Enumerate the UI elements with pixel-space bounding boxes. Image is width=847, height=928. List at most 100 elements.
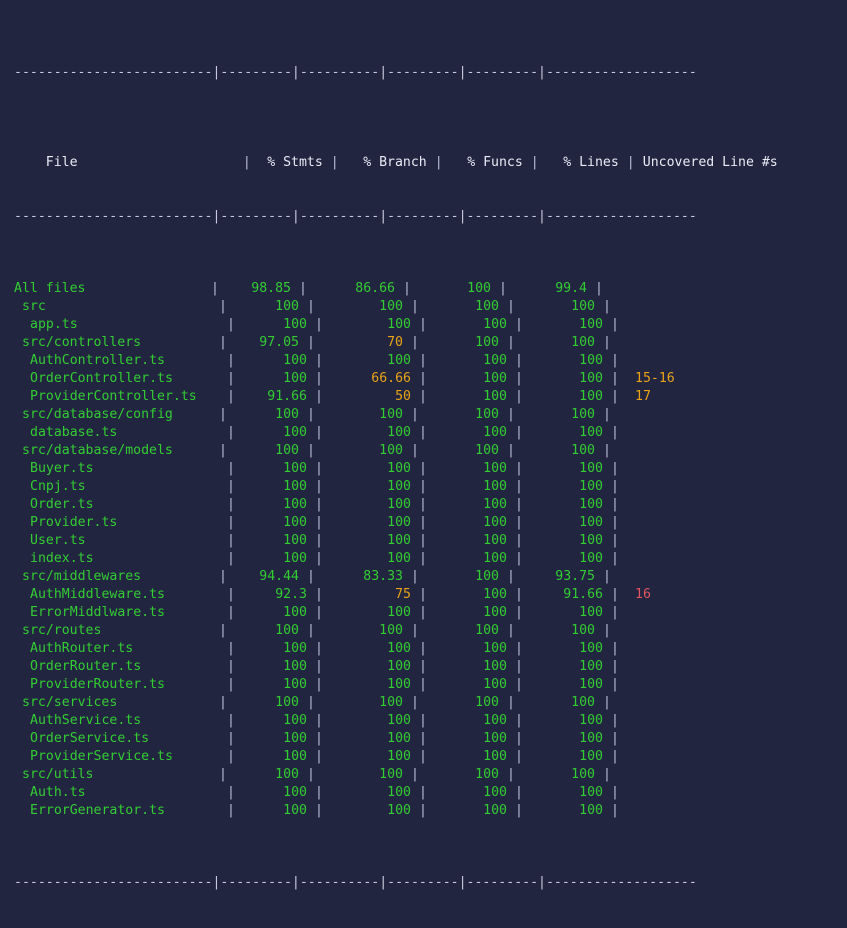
row-sep-2: |	[315, 677, 323, 692]
cell-lines: 100	[571, 299, 595, 314]
cell-lines: 100	[579, 533, 603, 548]
row-sep-4: |	[515, 479, 523, 494]
row-sep-1: |	[227, 479, 235, 494]
row-sep-4: |	[515, 497, 523, 512]
row-sep-4: |	[515, 659, 523, 674]
row-sep-5: |	[611, 659, 619, 674]
row-sep-5: |	[611, 641, 619, 656]
row-sep-2: |	[315, 803, 323, 818]
terminal-coverage-report[interactable]: -------------------------|---------|----…	[0, 0, 847, 890]
cell-branch: 100	[387, 659, 411, 674]
cell-name: src	[22, 299, 46, 314]
row-sep-3: |	[419, 497, 427, 512]
cell-funcs: 100	[483, 515, 507, 530]
cell-branch: 100	[387, 533, 411, 548]
cell-branch: 100	[379, 623, 403, 638]
row-sep-4: |	[507, 569, 515, 584]
cell-name: AuthController.ts	[30, 353, 165, 368]
cell-funcs: 100	[483, 551, 507, 566]
row-sep-2: |	[315, 479, 323, 494]
row-sep-2: |	[315, 461, 323, 476]
row-sep-5: |	[611, 425, 619, 440]
cell-funcs: 100	[483, 353, 507, 368]
row-sep-2: |	[315, 353, 323, 368]
column-header-uncovered: Uncovered Line #s	[642, 155, 778, 170]
header-sep-1: |	[242, 155, 251, 170]
cell-branch: 100	[387, 551, 411, 566]
row-sep-2: |	[307, 335, 315, 350]
cell-uncovered: 15-16	[635, 371, 675, 386]
table-row: src/services | 100 | 100 | 100 | 100 |	[14, 694, 847, 712]
row-sep-3: |	[411, 299, 419, 314]
row-sep-2: |	[315, 497, 323, 512]
cell-branch: 100	[387, 425, 411, 440]
cell-lines: 100	[579, 641, 603, 656]
cell-funcs: 100	[475, 335, 499, 350]
row-sep-2: |	[315, 659, 323, 674]
row-sep-2: |	[315, 533, 323, 548]
cell-branch: 100	[387, 317, 411, 332]
table-row: index.ts | 100 | 100 | 100 | 100 |	[14, 550, 847, 568]
cell-funcs: 100	[483, 371, 507, 386]
row-sep-3: |	[419, 659, 427, 674]
row-sep-2: |	[315, 587, 323, 602]
cell-stmts: 100	[283, 641, 307, 656]
row-sep-3: |	[411, 407, 419, 422]
cell-name: OrderRouter.ts	[30, 659, 142, 674]
row-sep-1: |	[227, 641, 235, 656]
row-sep-5: |	[611, 497, 619, 512]
cell-name: ProviderRouter.ts	[30, 677, 165, 692]
cell-stmts: 100	[283, 317, 307, 332]
row-sep-3: |	[419, 677, 427, 692]
row-sep-5: |	[611, 353, 619, 368]
cell-name: src/controllers	[22, 335, 142, 350]
row-sep-4: |	[499, 281, 507, 296]
cell-lines: 100	[579, 677, 603, 692]
table-row: AuthMiddleware.ts | 92.3 | 75 | 100 | 91.66 | 16	[14, 586, 847, 604]
cell-name: ProviderController.ts	[30, 389, 197, 404]
row-sep-1: |	[211, 281, 219, 296]
row-sep-3: |	[419, 587, 427, 602]
cell-stmts: 100	[283, 353, 307, 368]
table-row: ProviderController.ts | 91.66 | 50 | 100 | 100 | 1…	[14, 388, 847, 406]
cell-branch: 100	[387, 479, 411, 494]
row-sep-3: |	[419, 389, 427, 404]
row-sep-5: |	[595, 281, 603, 296]
column-header-file: File	[45, 155, 78, 170]
cell-stmts: 91.66	[267, 389, 307, 404]
row-sep-4: |	[507, 335, 515, 350]
cell-funcs: 100	[483, 461, 507, 476]
cell-lines: 100	[571, 407, 595, 422]
table-rule-header: -------------------------|---------|----…	[14, 209, 697, 224]
row-sep-5: |	[603, 623, 611, 638]
row-sep-3: |	[403, 281, 411, 296]
header-sep-4: |	[530, 155, 539, 170]
cell-stmts: 100	[283, 551, 307, 566]
cell-stmts: 100	[283, 425, 307, 440]
cell-lines: 100	[579, 371, 603, 386]
cell-branch: 100	[379, 695, 403, 710]
cell-name: app.ts	[30, 317, 78, 332]
row-sep-1: |	[227, 713, 235, 728]
row-sep-1: |	[219, 695, 227, 710]
cell-lines: 100	[571, 695, 595, 710]
cell-funcs: 100	[483, 731, 507, 746]
cell-stmts: 100	[283, 479, 307, 494]
row-sep-1: |	[227, 677, 235, 692]
cell-name: OrderController.ts	[30, 371, 173, 386]
row-sep-5: |	[611, 551, 619, 566]
row-sep-3: |	[419, 371, 427, 386]
row-sep-5: |	[611, 803, 619, 818]
cell-name: ErrorGenerator.ts	[30, 803, 165, 818]
cell-stmts: 100	[275, 407, 299, 422]
row-sep-3: |	[419, 317, 427, 332]
cell-name: src/services	[22, 695, 118, 710]
cell-stmts: 100	[283, 533, 307, 548]
cell-lines: 100	[579, 803, 603, 818]
table-row: AuthRouter.ts | 100 | 100 | 100 | 100 |	[14, 640, 847, 658]
row-sep-4: |	[515, 587, 523, 602]
row-sep-5: |	[611, 749, 619, 764]
cell-stmts: 100	[283, 713, 307, 728]
row-sep-5: |	[603, 407, 611, 422]
table-row: Cnpj.ts | 100 | 100 | 100 | 100 |	[14, 478, 847, 496]
